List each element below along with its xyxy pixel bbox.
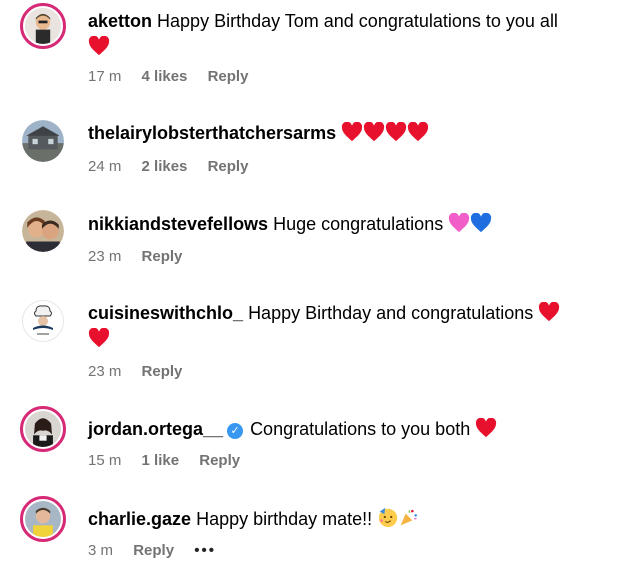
red-heart-icon bbox=[476, 418, 497, 438]
person-photo-avatar-icon bbox=[25, 411, 61, 447]
red-heart-icon bbox=[364, 122, 385, 142]
timestamp: 15 m bbox=[88, 452, 122, 469]
comment-text: Happy Birthday Tom and congratulations t… bbox=[157, 11, 558, 31]
timestamp: 24 m bbox=[88, 158, 122, 175]
timestamp: 23 m bbox=[88, 363, 122, 380]
username[interactable]: jordan.ortega__ bbox=[88, 419, 223, 439]
likes-count[interactable]: 1 like bbox=[142, 452, 180, 469]
avatar-aketton[interactable] bbox=[20, 3, 66, 49]
username[interactable]: cuisineswithchlo_ bbox=[88, 303, 243, 323]
likes-count[interactable]: 4 likes bbox=[142, 68, 188, 85]
timestamp: 3 m bbox=[88, 542, 114, 559]
comment-body: aketton Happy Birthday Tom and congratul… bbox=[88, 8, 614, 60]
partying-face-icon bbox=[379, 507, 398, 528]
red-heart-icon bbox=[88, 328, 110, 348]
red-heart-icon bbox=[386, 122, 407, 142]
comment-text: Huge congratulations bbox=[273, 214, 444, 234]
username[interactable]: thelairylobsterthatchersarms bbox=[88, 123, 336, 143]
pub-building-avatar-icon bbox=[22, 120, 64, 162]
timestamp: 17 m bbox=[88, 68, 122, 85]
pink-heart-icon bbox=[449, 213, 470, 233]
comment-text: Happy birthday mate!! bbox=[196, 509, 373, 529]
party-popper-icon bbox=[400, 509, 418, 526]
more-options-icon[interactable]: ••• bbox=[194, 542, 216, 559]
avatar-nikkiandstevefellows[interactable] bbox=[22, 210, 64, 252]
timestamp: 23 m bbox=[88, 248, 122, 265]
comment-text: Congratulations to you both bbox=[250, 419, 471, 439]
comment-meta: 24 m 2 likes Reply bbox=[88, 158, 264, 175]
reply-button[interactable]: Reply bbox=[208, 68, 249, 85]
avatar-jordan-ortega[interactable] bbox=[20, 406, 66, 452]
red-heart-icon bbox=[539, 302, 560, 322]
red-heart-icon bbox=[88, 36, 110, 56]
reply-button[interactable]: Reply bbox=[199, 452, 240, 469]
comment-meta: 17 m 4 likes Reply bbox=[88, 68, 264, 85]
comment-body: cuisineswithchlo_ Happy Birthday and con… bbox=[88, 300, 614, 352]
username[interactable]: aketton bbox=[88, 11, 152, 31]
red-heart-icon bbox=[342, 122, 363, 142]
reply-button[interactable]: Reply bbox=[133, 542, 174, 559]
selfie-photo-avatar-icon bbox=[25, 501, 61, 537]
couple-photo-avatar-icon bbox=[22, 210, 64, 252]
avatar-thelairylobsterthatchersarms[interactable] bbox=[22, 120, 64, 162]
likes-count[interactable]: 2 likes bbox=[142, 158, 188, 175]
avatar-charlie-gaze[interactable] bbox=[20, 496, 66, 542]
reply-button[interactable]: Reply bbox=[142, 363, 183, 380]
reply-button[interactable]: Reply bbox=[208, 158, 249, 175]
username[interactable]: charlie.gaze bbox=[88, 509, 191, 529]
reply-button[interactable]: Reply bbox=[142, 248, 183, 265]
avatar-cuisineswithchlo[interactable] bbox=[22, 300, 64, 342]
comment-meta: 23 m Reply bbox=[88, 363, 198, 380]
verified-badge-icon: ✓ bbox=[227, 423, 244, 439]
comment-text: Happy Birthday and congratulations bbox=[248, 303, 534, 323]
comment-meta: 23 m Reply bbox=[88, 248, 198, 265]
comment-body: charlie.gaze Happy birthday mate!! bbox=[88, 506, 614, 532]
comment-body: nikkiandstevefellows Huge congratulation… bbox=[88, 211, 614, 237]
comment-body: jordan.ortega__ ✓ Congratulations to you … bbox=[88, 416, 614, 442]
comment-body: thelairylobsterthatchersarms bbox=[88, 120, 614, 146]
comment-meta: 15 m 1 like Reply bbox=[88, 452, 256, 469]
comment-meta: 3 m Reply ••• bbox=[88, 542, 232, 559]
bitmoji-avatar-icon bbox=[25, 8, 61, 44]
blue-heart-icon bbox=[471, 213, 492, 233]
username[interactable]: nikkiandstevefellows bbox=[88, 214, 268, 234]
chef-logo-avatar-icon bbox=[23, 301, 63, 341]
red-heart-icon bbox=[408, 122, 429, 142]
